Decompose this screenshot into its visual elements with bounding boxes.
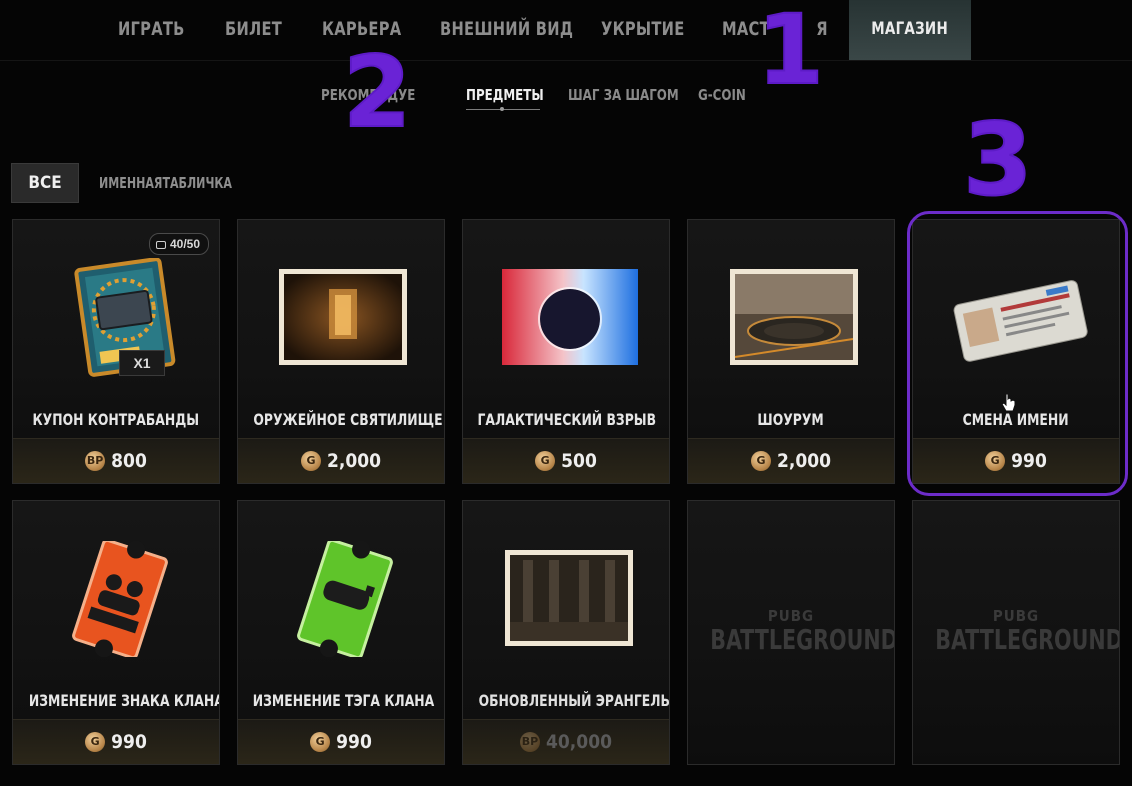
tab-store-label: МАГАЗИН	[871, 19, 949, 39]
price-bar: G 2,000	[238, 438, 444, 483]
inventory-icon	[155, 241, 166, 249]
item-name: ОРУЖЕЙНОЕ СВЯТИЛИЩЕ	[253, 410, 443, 429]
item-name: КУПОН КОНТРАБАНДЫ	[32, 410, 200, 429]
coin-bp-icon: BP	[85, 451, 106, 471]
pubg-logo: PUBG BATTLEGROUNDS	[935, 607, 1120, 656]
filter-nameplate-button[interactable]: ИМЕННАЯТАБЛИЧКА	[99, 163, 232, 203]
item-price: 990	[111, 731, 147, 753]
price-bar: BP 800	[13, 438, 219, 483]
item-card-clan-emblem-change[interactable]: ИЗМЕНЕНИЕ ЗНАКА КЛАНА G 990	[12, 500, 220, 765]
filter-all-button[interactable]: ВСЕ	[11, 163, 79, 203]
item-price: 800	[111, 450, 147, 472]
item-price: 990	[336, 731, 372, 753]
coin-g-icon: G	[300, 451, 321, 471]
top-nav: ИГРАТЬ БИЛЕТ КАРЬЕРА ВНЕШНИЙ ВИД УКРЫТИЕ…	[0, 0, 1132, 60]
item-name: ШОУРУМ	[757, 410, 825, 429]
item-card-galactic-blast[interactable]: ГАЛАКТИЧЕСКИЙ ВЗРЫВ G 500	[462, 219, 670, 484]
inventory-count: 40/50	[169, 237, 200, 251]
clan-tag-ticket-image	[297, 541, 393, 657]
item-name: ИЗМЕНЕНИЕ ЗНАКА КЛАНА	[28, 691, 220, 710]
price-bar: G 500	[463, 438, 669, 483]
hand-cursor-icon	[1001, 393, 1016, 412]
tab-pass[interactable]: БИЛЕТ	[225, 0, 282, 60]
coin-g-icon: G	[310, 732, 331, 752]
item-name: ГАЛАКТИЧЕСКИЙ ВЗРЫВ	[477, 410, 657, 429]
price-bar: G 990	[13, 719, 219, 764]
subtab-items[interactable]: ПРЕДМЕТЫ	[466, 82, 544, 108]
empty-slot-placeholder: PUBG BATTLEGROUNDS	[912, 500, 1120, 765]
subtab-active-indicator	[466, 107, 540, 111]
price-bar: BP 40,000	[463, 719, 669, 764]
item-price: 2,000	[776, 450, 832, 472]
item-price: 2,000	[326, 450, 382, 472]
item-name: ИЗМЕНЕНИЕ ТЭГА КЛАНА	[252, 691, 435, 710]
item-card-contraband-coupon[interactable]: 40/50 X1 КУПОН КОНТРАБАНДЫ BP 800	[12, 219, 220, 484]
pubg-logo: PUBG BATTLEGROUNDS	[710, 607, 895, 656]
tab-play[interactable]: ИГРАТЬ	[118, 0, 185, 60]
inventory-badge: 40/50	[148, 233, 209, 255]
coin-bp-icon: BP	[520, 732, 541, 752]
tab-store[interactable]: МАГАЗИН	[849, 0, 971, 60]
clan-emblem-ticket-image	[72, 541, 168, 657]
annotation-number-3: 3	[962, 101, 1034, 218]
price-bar: G 2,000	[688, 438, 894, 483]
updated-erangel-image	[505, 550, 633, 646]
weapon-shrine-image	[279, 269, 407, 365]
item-price: 500	[561, 450, 597, 472]
item-card-clan-tag-change[interactable]: ИЗМЕНЕНИЕ ТЭГА КЛАНА G 990	[237, 500, 445, 765]
annotation-number-2: 2	[342, 36, 412, 150]
galactic-blast-image	[502, 269, 638, 365]
quantity-label: X1	[119, 350, 165, 376]
item-card-weapon-shrine[interactable]: ОРУЖЕЙНОЕ СВЯТИЛИЩЕ G 2,000	[237, 219, 445, 484]
item-price: 40,000	[546, 731, 612, 753]
subtab-step-by-step[interactable]: ШАГ ЗА ШАГОМ	[568, 82, 679, 108]
annotation-highlight-frame	[907, 211, 1128, 496]
showroom-image	[730, 269, 858, 365]
coin-g-icon: G	[535, 451, 556, 471]
empty-slot-placeholder: PUBG BATTLEGROUNDS	[687, 500, 895, 765]
coin-g-icon: G	[85, 732, 106, 752]
item-card-showroom[interactable]: ШОУРУМ G 2,000	[687, 219, 895, 484]
coin-g-icon: G	[750, 451, 771, 471]
price-bar: G 990	[238, 719, 444, 764]
annotation-number-1: 1	[756, 0, 825, 106]
tab-hideout[interactable]: УКРЫТИЕ	[601, 0, 685, 60]
nav-divider	[0, 60, 1132, 61]
subtab-g-coin[interactable]: G-COIN	[698, 82, 746, 108]
item-card-updated-erangel[interactable]: ОБНОВЛЕННЫЙ ЭРАНГЕЛЬ BP 40,000	[462, 500, 670, 765]
item-name: ОБНОВЛЕННЫЙ ЭРАНГЕЛЬ	[478, 691, 670, 710]
tab-appearance[interactable]: ВНЕШНИЙ ВИД	[440, 0, 573, 60]
